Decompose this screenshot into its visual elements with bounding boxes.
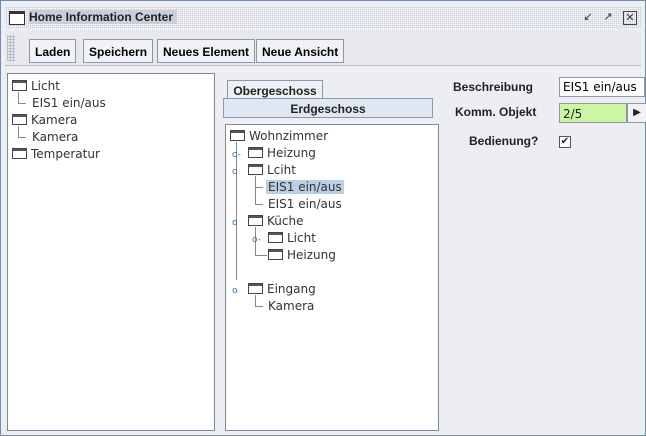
tree-item-label: Kamera <box>268 299 315 313</box>
tree-item-leaf[interactable]: EIS1 ein/aus <box>32 95 106 111</box>
tree-item-room[interactable]: Wohnzimmer <box>230 128 328 144</box>
tree-item-label: Küche <box>267 214 304 228</box>
comm-object-label: Komm. Objekt <box>455 105 537 119</box>
operation-label: Bedienung? <box>469 134 539 148</box>
folder-icon <box>268 232 283 243</box>
tree-item-device[interactable]: Heizung <box>248 145 316 161</box>
tree-item-label: Lciht <box>267 163 296 177</box>
tree-item-device[interactable]: Licht <box>268 230 316 246</box>
tree-item-label: EIS1 ein/aus <box>32 96 106 110</box>
description-label: Beschreibung <box>453 80 534 94</box>
tree-item-label: Wohnzimmer <box>249 129 329 143</box>
expanded-toggle-icon[interactable]: o <box>232 286 238 296</box>
minimize-icon[interactable]: ↙ <box>581 10 595 24</box>
tree-item-leaf[interactable]: Kamera <box>32 129 78 145</box>
tab-obergeschoss[interactable]: Obergeschoss <box>227 80 323 100</box>
tree-item-device[interactable]: Heizung <box>268 247 336 263</box>
new-element-button[interactable]: Neues Element <box>157 39 256 63</box>
folder-icon <box>248 283 263 294</box>
folder-icon <box>12 114 27 125</box>
floor-tabs: Obergeschoss Erdgeschoss <box>223 78 437 124</box>
tree-item-label: Kamera <box>31 113 78 127</box>
operation-checkbox[interactable]: ✔ <box>559 136 571 148</box>
tree-connector <box>18 137 26 138</box>
folder-icon <box>12 148 27 159</box>
tree-item-object[interactable]: Kamera <box>268 298 314 314</box>
tree-item-label: Temperatur <box>31 147 100 161</box>
tree-connector <box>255 295 256 306</box>
tree-item-label: Licht <box>31 79 60 93</box>
expanded-toggle-icon[interactable]: o <box>232 167 238 177</box>
tree-connector <box>255 176 256 204</box>
tree-item-label: Heizung <box>287 248 336 262</box>
window-icon <box>9 11 25 25</box>
maximize-icon[interactable]: ↗ <box>601 10 615 24</box>
properties-panel: Beschreibung Komm. Objekt 2/5 ▶ Bedienun… <box>445 75 646 435</box>
tree-item-label: EIS1 ein/aus <box>266 180 344 194</box>
tree-item-folder[interactable]: Temperatur <box>12 146 100 162</box>
tree-connector <box>236 142 237 280</box>
tree-item-label: Eingang <box>267 282 316 296</box>
tree-item-device[interactable]: Küche <box>248 213 303 229</box>
title-bar[interactable]: Home Information Center ↙ ↗ ✕ <box>5 7 641 29</box>
collapsed-toggle-icon[interactable]: o- <box>252 235 261 245</box>
folder-icon <box>248 147 263 158</box>
tree-connector <box>255 187 263 188</box>
folder-icon <box>248 215 263 226</box>
save-button[interactable]: Speichern <box>83 39 154 63</box>
tree-connector <box>255 204 263 205</box>
folder-icon <box>248 164 263 175</box>
expanded-toggle-icon[interactable]: o <box>232 218 238 228</box>
tree-item-label: EIS1 ein/aus <box>268 197 342 211</box>
tree-item-label: Kamera <box>32 130 79 144</box>
comm-object-field[interactable]: 2/5 <box>559 103 627 123</box>
collapsed-toggle-icon[interactable]: o- <box>232 150 241 160</box>
tree-item-object[interactable]: EIS1 ein/aus <box>268 196 342 212</box>
element-tree[interactable]: Licht EIS1 ein/aus Kamera Kamera Tempera… <box>7 73 215 431</box>
folder-icon <box>268 249 283 260</box>
toolbar: Laden Speichern Neues Element Neue Ansic… <box>5 31 641 66</box>
tree-item-object-selected[interactable]: EIS1 ein/aus <box>266 179 344 195</box>
folder-icon <box>230 130 245 141</box>
view-tree[interactable]: Wohnzimmer o- Heizung o Lciht EIS1 ein/a… <box>225 124 439 431</box>
new-view-button[interactable]: Neue Ansicht <box>256 39 345 63</box>
toolbar-grip-icon[interactable] <box>7 35 15 61</box>
tree-connector <box>255 306 263 307</box>
tree-connector <box>255 255 267 256</box>
tree-item-label: Heizung <box>267 146 316 160</box>
description-field[interactable] <box>559 77 645 97</box>
close-icon[interactable]: ✕ <box>623 11 637 25</box>
tree-connector <box>18 103 26 104</box>
tree-item-folder[interactable]: Licht <box>12 78 60 94</box>
app-window: Home Information Center ↙ ↗ ✕ Laden Spei… <box>0 0 646 436</box>
window-title: Home Information Center <box>29 10 178 24</box>
tree-item-label: Licht <box>287 231 316 245</box>
arrow-right-icon[interactable]: ▶ <box>627 103 646 123</box>
tab-erdgeschoss[interactable]: Erdgeschoss <box>223 98 433 118</box>
load-button[interactable]: Laden <box>29 39 77 63</box>
tree-item-folder[interactable]: Kamera <box>12 112 77 128</box>
folder-icon <box>12 80 27 91</box>
tree-item-device[interactable]: Eingang <box>248 281 316 297</box>
